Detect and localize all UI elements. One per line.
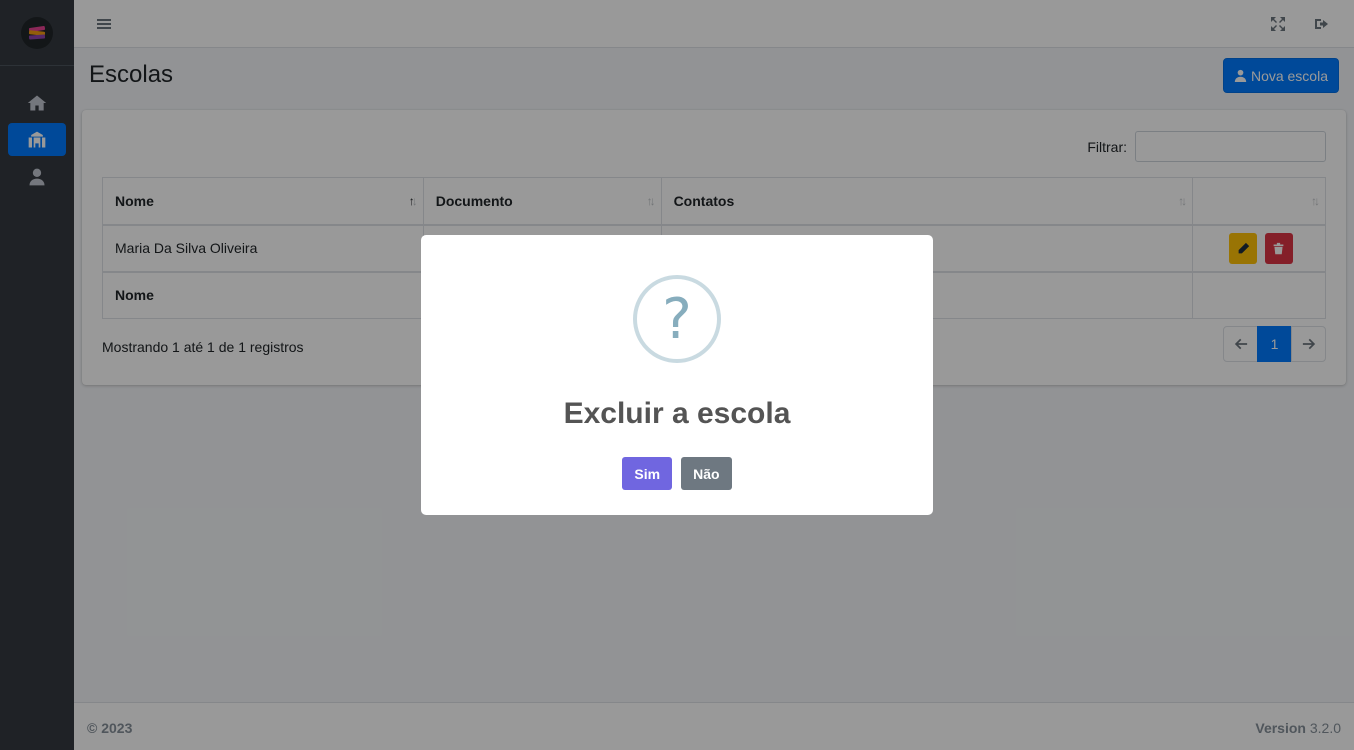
dialog-actions: Sim Não — [421, 457, 933, 490]
confirm-button[interactable]: Sim — [622, 457, 673, 490]
question-icon: ? — [633, 275, 721, 363]
confirm-dialog: ? Excluir a escola Sim Não — [421, 235, 933, 515]
dialog-title: Excluir a escola — [563, 397, 791, 430]
cancel-button[interactable]: Não — [681, 457, 732, 490]
